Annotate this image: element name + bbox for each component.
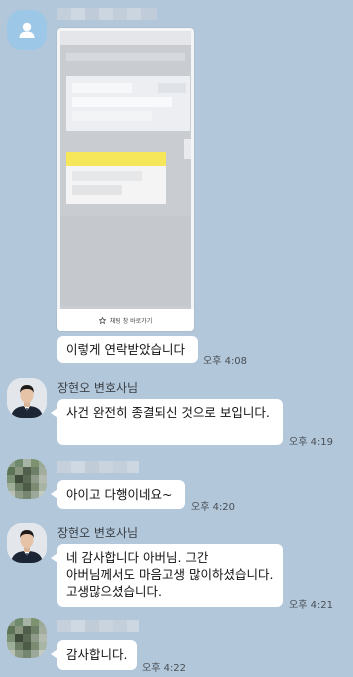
message-time: 오후 4:21	[289, 600, 334, 611]
avatar-lawyer[interactable]	[7, 523, 47, 563]
message-text: 이렇게 연락받았습니다	[66, 342, 185, 357]
attachment-bottom-bar[interactable]: 채팅 창 바로가기	[57, 309, 194, 331]
avatar-lawyer[interactable]	[7, 378, 47, 418]
message-text: 아이고 다행이네요~	[66, 487, 173, 502]
avatar-default[interactable]	[7, 10, 47, 50]
image-attachment[interactable]: 채팅 창 바로가기	[57, 28, 194, 331]
sender-name-blurred	[57, 8, 157, 20]
message-bubble[interactable]: 사건 완전히 종결되신 것으로 보입니다.	[51, 399, 283, 445]
message-time: 오후 4:08	[203, 356, 248, 367]
star-icon	[98, 316, 106, 324]
message-text: 사건 완전히 종결되신 것으로 보입니다.	[66, 405, 270, 420]
message-time: 오후 4:20	[191, 502, 236, 513]
attachment-bottom-label: 채팅 창 바로가기	[109, 317, 153, 325]
message-time: 오후 4:19	[289, 437, 334, 448]
message-bubble[interactable]: 감사합니다.	[51, 640, 137, 670]
avatar-blurred[interactable]	[7, 459, 47, 499]
message-time: 오후 4:22	[142, 663, 187, 674]
message-bubble[interactable]: 이렇게 연락받았습니다	[57, 336, 198, 363]
person-icon	[19, 22, 35, 38]
avatar-blurred[interactable]	[7, 618, 47, 658]
profile-photo-icon	[7, 523, 47, 563]
message-bubble[interactable]: 네 감사합니다 아버님. 그간 아버님께서도 마음고생 많이하셨습니다. 고생많…	[51, 544, 283, 607]
profile-photo-icon	[7, 378, 47, 418]
message-text: 네 감사합니다 아버님. 그간 아버님께서도 마음고생 많이하셨습니다. 고생많…	[66, 550, 274, 599]
sender-name: 장현오 변호사님	[57, 381, 139, 395]
sender-name: 장현오 변호사님	[57, 526, 139, 540]
sender-name-blurred	[57, 461, 139, 473]
sender-name-blurred	[57, 620, 139, 632]
message-bubble[interactable]: 아이고 다행이네요~	[51, 480, 185, 509]
blurred-screenshot	[60, 31, 191, 331]
message-text: 감사합니다.	[66, 647, 128, 662]
